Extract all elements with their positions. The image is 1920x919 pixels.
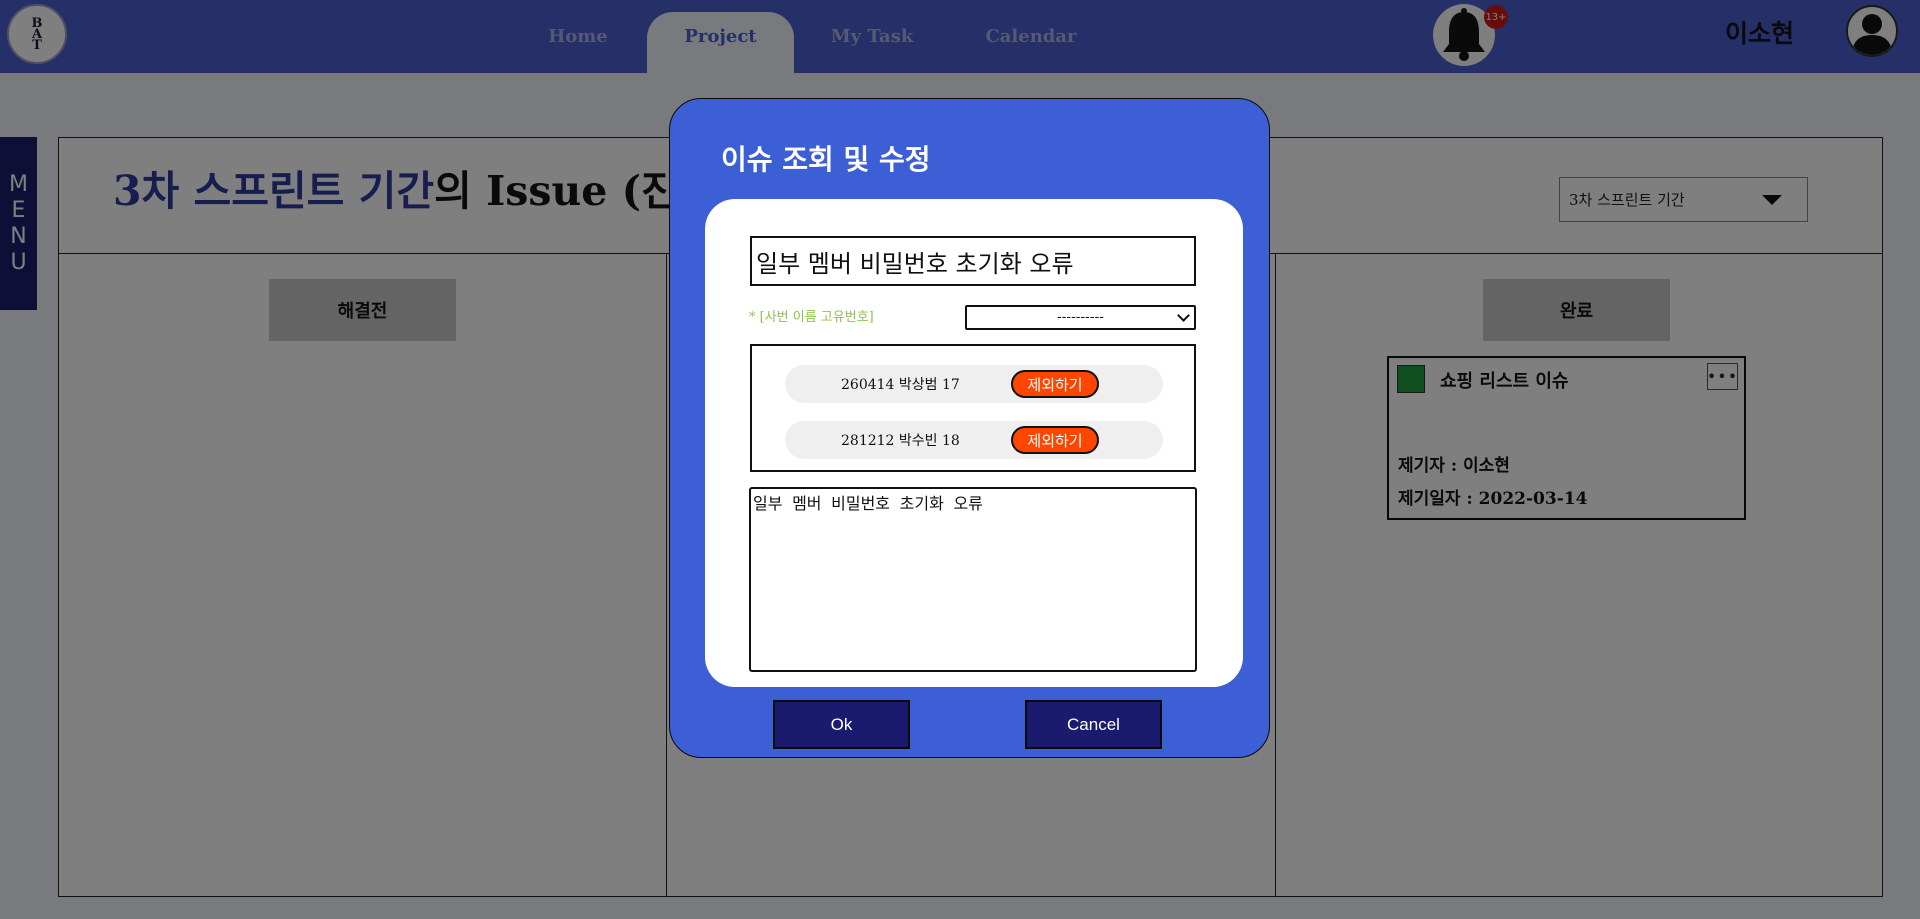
member-select-value: ---------- xyxy=(1057,310,1104,325)
member-list: 260414 박상범 17 제외하기 281212 박수빈 18 제외하기 xyxy=(750,344,1196,472)
issue-description-textarea[interactable]: 일부 멤버 비밀번호 초기화 오류 xyxy=(749,487,1197,672)
member-row: 260414 박상범 17 제외하기 xyxy=(785,365,1163,403)
ok-button[interactable]: Ok xyxy=(773,700,910,749)
issue-edit-modal: 이슈 조회 및 수정 일부 멤버 비밀번호 초기화 오류 * [사번 이름 고유… xyxy=(669,98,1270,758)
chevron-down-icon xyxy=(1177,309,1190,322)
member-name: 260414 박상범 17 xyxy=(841,377,960,393)
modal-title: 이슈 조회 및 수정 xyxy=(721,143,931,176)
member-row: 281212 박수빈 18 제외하기 xyxy=(785,421,1163,459)
cancel-button[interactable]: Cancel xyxy=(1025,700,1162,749)
issue-title-input[interactable]: 일부 멤버 비밀번호 초기화 오류 xyxy=(750,236,1196,286)
exclude-member-button[interactable]: 제외하기 xyxy=(1011,370,1099,398)
modal-body: 일부 멤버 비밀번호 초기화 오류 * [사번 이름 고유번호] -------… xyxy=(705,199,1243,687)
member-label: * [사번 이름 고유번호] xyxy=(749,310,874,325)
exclude-member-button[interactable]: 제외하기 xyxy=(1011,426,1099,454)
member-select[interactable]: ---------- xyxy=(965,305,1196,330)
member-name: 281212 박수빈 18 xyxy=(841,433,960,449)
